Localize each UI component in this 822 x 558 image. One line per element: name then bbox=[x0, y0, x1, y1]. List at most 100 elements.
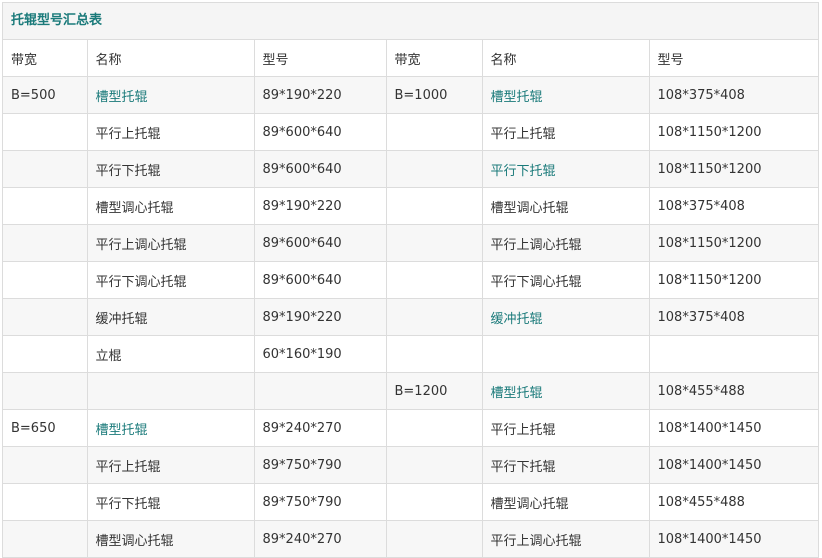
model-cell-2: 108*1150*1200 bbox=[649, 150, 818, 188]
belt-width-cell bbox=[3, 335, 88, 373]
belt-width-cell-2 bbox=[386, 150, 483, 188]
name-cell-2: 槽型调心托辊 bbox=[482, 187, 650, 225]
name-cell-2: 缓冲托辊 bbox=[482, 298, 650, 336]
belt-width-cell bbox=[3, 483, 88, 521]
header-model-2: 型号 bbox=[649, 40, 818, 77]
table-row: 立棍 60*160*190 bbox=[3, 335, 818, 373]
name-cell: 平行上托辊 bbox=[87, 446, 255, 484]
panel-title: 托辊型号汇总表 bbox=[3, 3, 818, 40]
name-cell-2: 平行上调心托辊 bbox=[482, 520, 650, 558]
name-cell: 平行上调心托辊 bbox=[87, 224, 255, 262]
model-cell-2: 108*1150*1200 bbox=[649, 261, 818, 299]
name-cell bbox=[87, 372, 255, 410]
belt-width-cell-2 bbox=[386, 298, 483, 336]
model-cell: 89*750*790 bbox=[254, 446, 387, 484]
table-row: B=650 槽型托辊 89*240*270 平行上托辊 108*1400*1450 bbox=[3, 409, 818, 447]
name-cell: 平行下调心托辊 bbox=[87, 261, 255, 299]
name-cell-2: 槽型托辊 bbox=[482, 76, 650, 114]
model-cell: 89*240*270 bbox=[254, 409, 387, 447]
name-cell: 立棍 bbox=[87, 335, 255, 373]
belt-width-cell-2 bbox=[386, 483, 483, 521]
belt-width-cell-2 bbox=[386, 187, 483, 225]
belt-width-cell-2 bbox=[386, 335, 483, 373]
model-cell: 89*600*640 bbox=[254, 150, 387, 188]
belt-width-cell: B=650 bbox=[3, 409, 88, 447]
roller-link[interactable]: 槽型托辊 bbox=[491, 90, 543, 105]
roller-table: 带宽 名称 型号 带宽 名称 型号 B=500 槽型托辊 89*190*220 B=1… bbox=[3, 40, 818, 558]
name-cell-2: 槽型托辊 bbox=[482, 372, 650, 410]
header-model: 型号 bbox=[254, 40, 387, 77]
roller-link[interactable]: 槽型托辊 bbox=[491, 386, 543, 401]
model-cell-2: 108*455*488 bbox=[649, 483, 818, 521]
belt-width-cell bbox=[3, 187, 88, 225]
header-name: 名称 bbox=[87, 40, 255, 77]
name-cell-2: 平行上托辊 bbox=[482, 409, 650, 447]
model-cell: 89*190*220 bbox=[254, 298, 387, 336]
model-cell: 60*160*190 bbox=[254, 335, 387, 373]
model-cell-2 bbox=[649, 335, 818, 373]
belt-width-cell-2: B=1000 bbox=[386, 76, 483, 114]
belt-width-cell bbox=[3, 446, 88, 484]
model-cell-2: 108*375*408 bbox=[649, 187, 818, 225]
table-row: 平行下托辊 89*750*790 槽型调心托辊 108*455*488 bbox=[3, 483, 818, 521]
name-cell: 平行下托辊 bbox=[87, 483, 255, 521]
model-cell: 89*600*640 bbox=[254, 261, 387, 299]
name-cell-2: 平行上托辊 bbox=[482, 113, 650, 151]
belt-width-cell bbox=[3, 261, 88, 299]
belt-width-cell: B=500 bbox=[3, 76, 88, 114]
model-cell: 89*190*220 bbox=[254, 187, 387, 225]
table-row: B=1200 槽型托辊 108*455*488 bbox=[3, 372, 818, 410]
belt-width-cell-2 bbox=[386, 113, 483, 151]
name-cell-2: 槽型调心托辊 bbox=[482, 483, 650, 521]
belt-width-cell bbox=[3, 298, 88, 336]
model-cell: 89*750*790 bbox=[254, 483, 387, 521]
model-cell: 89*600*640 bbox=[254, 224, 387, 262]
belt-width-cell-2 bbox=[386, 261, 483, 299]
model-cell-2: 108*375*408 bbox=[649, 76, 818, 114]
roller-link[interactable]: 平行下托辊 bbox=[491, 164, 556, 179]
model-cell-2: 108*1400*1450 bbox=[649, 409, 818, 447]
header-belt-width-2: 带宽 bbox=[386, 40, 483, 77]
table-row: B=500 槽型托辊 89*190*220 B=1000 槽型托辊 108*375*408 bbox=[3, 76, 818, 114]
table-row: 槽型调心托辊 89*190*220 槽型调心托辊 108*375*408 bbox=[3, 187, 818, 225]
name-cell: 缓冲托辊 bbox=[87, 298, 255, 336]
name-cell-2: 平行上调心托辊 bbox=[482, 224, 650, 262]
name-cell: 槽型托辊 bbox=[87, 76, 255, 114]
model-cell: 89*600*640 bbox=[254, 113, 387, 151]
table-header-row: 带宽 名称 型号 带宽 名称 型号 bbox=[3, 40, 818, 77]
name-cell: 平行上托辊 bbox=[87, 113, 255, 151]
roller-link[interactable]: 缓冲托辊 bbox=[491, 312, 543, 327]
name-cell: 槽型调心托辊 bbox=[87, 187, 255, 225]
roller-link[interactable]: 槽型托辊 bbox=[96, 90, 148, 105]
header-name-2: 名称 bbox=[482, 40, 650, 77]
header-belt-width: 带宽 bbox=[3, 40, 88, 77]
table-row: 平行上托辊 89*750*790 平行下托辊 108*1400*1450 bbox=[3, 446, 818, 484]
name-cell-2: 平行下调心托辊 bbox=[482, 261, 650, 299]
roller-summary-panel: 托辊型号汇总表 带宽 名称 型号 带宽 名称 型号 B=500 槽型托辊 89*19… bbox=[2, 2, 819, 558]
belt-width-cell bbox=[3, 372, 88, 410]
belt-width-cell-2 bbox=[386, 520, 483, 558]
belt-width-cell-2 bbox=[386, 224, 483, 262]
table-row: 平行上托辊 89*600*640 平行上托辊 108*1150*1200 bbox=[3, 113, 818, 151]
belt-width-cell bbox=[3, 113, 88, 151]
name-cell-2: 平行下托辊 bbox=[482, 446, 650, 484]
table-body: B=500 槽型托辊 89*190*220 B=1000 槽型托辊 108*375*408… bbox=[3, 76, 818, 558]
model-cell bbox=[254, 372, 387, 410]
belt-width-cell-2 bbox=[386, 409, 483, 447]
table-row: 槽型调心托辊 89*240*270 平行上调心托辊 108*1400*1450 bbox=[3, 520, 818, 558]
name-cell-2: 平行下托辊 bbox=[482, 150, 650, 188]
model-cell-2: 108*375*408 bbox=[649, 298, 818, 336]
model-cell-2: 108*1150*1200 bbox=[649, 224, 818, 262]
table-row: 平行上调心托辊 89*600*640 平行上调心托辊 108*1150*1200 bbox=[3, 224, 818, 262]
name-cell: 平行下托辊 bbox=[87, 150, 255, 188]
name-cell-2 bbox=[482, 335, 650, 373]
table-row: 缓冲托辊 89*190*220 缓冲托辊 108*375*408 bbox=[3, 298, 818, 336]
model-cell-2: 108*1150*1200 bbox=[649, 113, 818, 151]
name-cell: 槽型调心托辊 bbox=[87, 520, 255, 558]
belt-width-cell-2 bbox=[386, 446, 483, 484]
table-row: 平行下调心托辊 89*600*640 平行下调心托辊 108*1150*1200 bbox=[3, 261, 818, 299]
belt-width-cell bbox=[3, 520, 88, 558]
model-cell-2: 108*1400*1450 bbox=[649, 520, 818, 558]
roller-link[interactable]: 槽型托辊 bbox=[96, 423, 148, 438]
name-cell: 槽型托辊 bbox=[87, 409, 255, 447]
